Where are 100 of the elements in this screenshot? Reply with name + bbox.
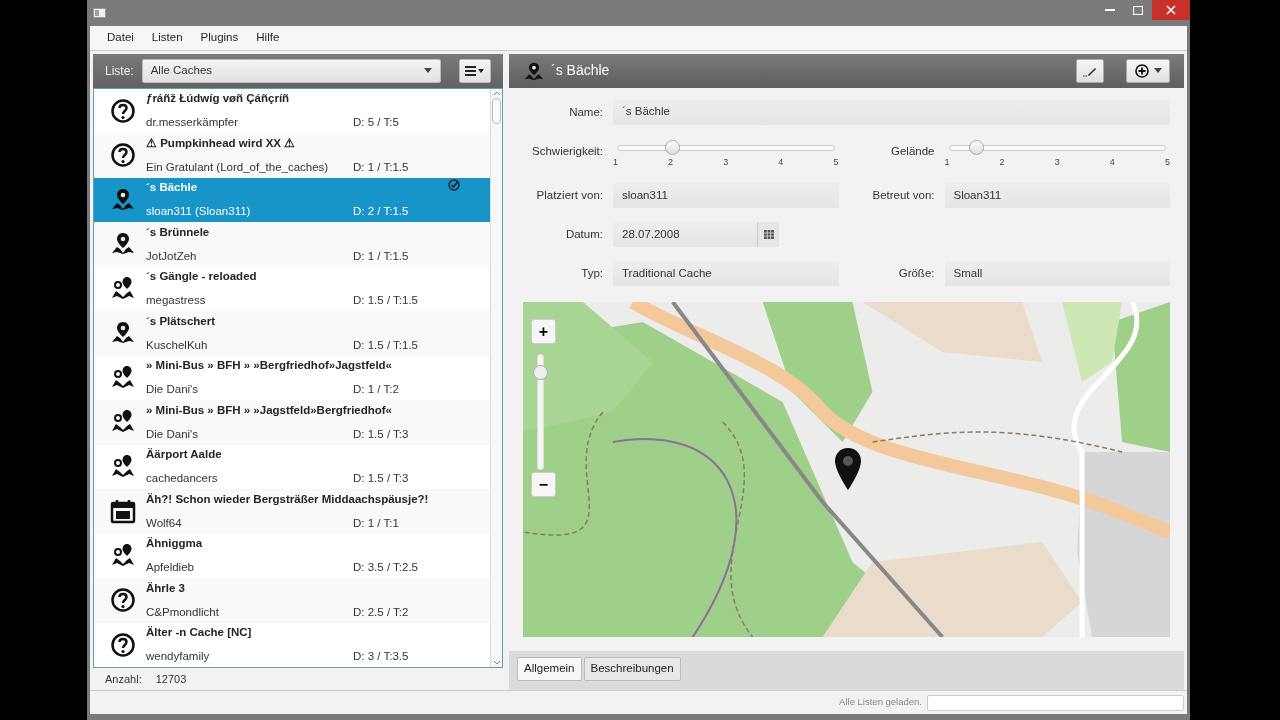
tick-label: 2 [999,155,1005,169]
map-pins-icon [110,453,136,480]
cache-rating: D: 1 / T:1.5 [353,248,409,264]
cache-rating: D: 1 / T:2 [353,382,399,398]
cache-name: ´s Bächle [146,180,199,195]
minimize-icon [1105,9,1115,11]
text-field[interactable]: Sloan311 [944,183,1170,208]
cache-rating: D: 1.5 / T:1.5 [353,337,418,353]
close-icon [1166,5,1176,15]
map-pins-icon [110,364,136,391]
edit-button[interactable] [1076,58,1104,83]
map-pin-icon [834,447,862,491]
cache-name: Äärport Aalde [146,447,223,462]
list-menu-button[interactable] [459,58,491,83]
cache-owner: cachedancers [146,471,219,487]
map-pins-icon [110,275,136,302]
name-field[interactable]: ´s Bächle [613,99,1170,125]
cache-list-item[interactable]: ´s Plätschert KuschelKuh D: 1.5 / T:1.5 [94,311,490,356]
cache-owner: wendyfamily [146,649,211,665]
question-mark-icon [110,587,136,614]
maximize-icon [1133,5,1143,15]
cache-rating: D: 2.5 / T:2 [353,604,409,620]
caret-icon [1153,68,1162,73]
caret-icon [424,68,432,73]
cache-list-item[interactable]: » Mini-Bus » BFH » »Jagstfeld»Bergfriedhof« Die Dani's D: 1.5 / T:3 [94,400,490,445]
scroll-thumb[interactable] [492,97,501,124]
cache-name: » Mini-Bus » BFH » »Bergfriedhof»Jagstfeld« [146,358,394,373]
field-label: Betreut von: [871,188,935,203]
cache-list-item[interactable]: Älter -n Cache [NC] wendyfamily D: 3 / T:3.5 [94,622,490,667]
cache-rating: D: 5 / T:5 [353,115,399,131]
tick-label: 4 [778,155,784,169]
cache-list-item[interactable]: » Mini-Bus » BFH » »Bergfriedhof»Jagstfeld« Die Dani's D: 1 / T:2 [94,355,490,400]
map-pin-icon [110,186,136,213]
cache-list-item[interactable]: ´s Gängle - reloaded megastress D: 1.5 / T:1.5 [94,266,490,311]
cache-owner: Wolf64 [146,515,183,531]
cache-owner: megastress [146,293,207,309]
cache-name: ´s Plätschert [146,313,217,329]
cache-list-item[interactable]: ⚠ Pumpkinhead wird XX ⚠ Ein Gratulant (Lord_of_the_caches) D: 1 / T:1.5 [94,133,490,178]
count-label: Anzahl: [105,671,142,687]
cache-list-item[interactable]: Ährle 3 C&Pmondlicht D: 2.5 / T:2 [94,578,490,623]
cache-owner: KuschelKuh [146,337,209,353]
date-field[interactable]: 28.07.2008 [613,222,757,247]
cache-list-item[interactable]: Äh?! Schon wieder Bergsträßer Middaachspäusje?! Wolf64 D: 1 / T:1 [94,489,490,534]
field-label: Schwierigkeit: [531,143,603,159]
tick-label: 1 [944,155,950,169]
zoom-in-button[interactable]: + [531,319,556,344]
menu-item[interactable]: Plugins [200,28,239,47]
status-message: Alle Listen geladen. [839,695,922,710]
dropdown-field[interactable]: Small [944,261,1170,286]
add-button[interactable] [1126,58,1170,83]
calendar-icon [763,230,774,239]
cache-rating: D: 1.5 / T:3 [353,426,409,442]
cache-list-item[interactable]: ƒráñž Łúdwíg vøñ Çáñçríñ dr.messerkämpfer D: 5 / T:5 [94,88,490,133]
question-mark-icon [110,631,136,658]
cache-name: Ährle 3 [146,580,186,596]
tab[interactable]: Allgemein [517,657,582,681]
zoom-out-button[interactable]: − [531,472,556,497]
tick-label: 4 [1109,155,1115,169]
field-label: Name: [568,104,603,120]
scroll-up-icon[interactable] [492,90,501,96]
field-label: Platziert von: [535,188,603,203]
cache-name: » Mini-Bus » BFH » »Jagstfeld»Bergfriedhof« [146,402,394,418]
cache-name: Ähniggma [146,536,204,551]
map[interactable]: + − [523,302,1170,637]
cache-rating: D: 3.5 / T:2.5 [353,560,418,576]
tick-label: 5 [1164,155,1170,169]
tab[interactable]: Beschreibungen [583,657,681,681]
tick-label: 3 [723,155,729,169]
scrollbar[interactable] [490,88,502,667]
calendar-icon [110,498,136,525]
menu-item[interactable]: Listen [151,28,183,47]
cache-name: ´s Brünnele [146,224,211,240]
cache-owner: JotJotZeh [146,248,198,264]
tick-label: 3 [1054,155,1060,169]
dropdown-field[interactable]: Traditional Cache [613,261,839,286]
map-pins-icon [110,542,136,569]
menu-item[interactable]: Hilfe [256,28,280,47]
slider-thumb[interactable] [664,139,680,155]
cache-name: ´s Gängle - reloaded [146,269,258,284]
text-field[interactable]: sloan311 [613,183,839,208]
menu-item[interactable]: Datei [107,28,134,47]
cache-list-item[interactable]: Äärport Aalde cachedancers D: 1.5 / T:3 [94,444,490,489]
cache-list-item[interactable]: ´s Brünnele JotJotZeh D: 1 / T:1.5 [94,222,490,267]
tick-label: 1 [613,155,618,169]
field-label: Größe: [897,266,935,281]
cache-rating: D: 1.5 / T:1.5 [353,293,418,309]
list-dropdown[interactable]: Alle Caches [141,58,441,83]
calendar-button[interactable] [757,222,779,247]
plus-circle-icon [1134,63,1149,78]
cache-rating: D: 1 / T:1.5 [353,159,409,175]
cache-owner: C&Pmondlicht [146,604,220,620]
close-button[interactable] [1152,0,1190,20]
question-mark-icon [110,142,136,169]
cache-list-item[interactable]: Ähniggma Apfeldieb D: 3.5 / T:2.5 [94,533,490,578]
list-label: Liste: [105,62,134,80]
cache-owner: Die Dani's [146,382,200,398]
slider-thumb[interactable] [969,139,985,155]
cache-name: ⚠ Pumpkinhead wird XX ⚠ [146,135,297,151]
field-label: Typ: [580,266,603,281]
scroll-down-icon[interactable] [492,660,501,665]
